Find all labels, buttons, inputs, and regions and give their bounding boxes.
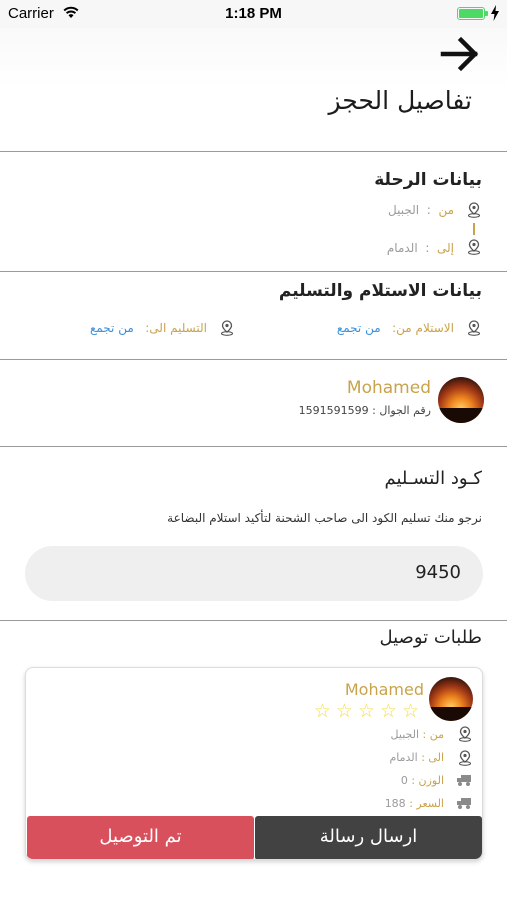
request-to-label: الى :	[421, 751, 444, 764]
rating-stars: ☆☆☆☆☆	[313, 700, 424, 722]
header: تفاصيل الحجز	[0, 28, 507, 150]
location-pin-icon	[467, 239, 481, 255]
request-card: Mohamed ☆☆☆☆☆ من : الجبيل الى : الدمام ا…	[25, 667, 483, 860]
delivery-code-hint: نرجو منك تسليم الكود الى صاحب الشحنة لتأ…	[167, 511, 482, 525]
customer-phone: رقم الجوال : 1591591599	[298, 404, 431, 417]
request-to-value: الدمام	[389, 751, 418, 764]
customer-avatar	[438, 377, 484, 423]
deliver-label: التسليم الى:	[145, 321, 207, 335]
battery-icon	[457, 7, 485, 20]
charging-icon	[491, 5, 499, 21]
arrow-right-icon[interactable]	[439, 36, 481, 72]
delivered-button[interactable]: تم التوصيل	[27, 816, 254, 859]
receive-value[interactable]: من تجمع	[337, 321, 381, 335]
location-pin-icon	[467, 202, 481, 218]
location-pin-icon	[220, 320, 234, 336]
receive-row: الاستلام من: من تجمع	[337, 321, 454, 335]
request-to-row: الى : الدمام	[389, 751, 444, 764]
truck-icon	[457, 798, 471, 809]
request-weight-row: الوزن : 0	[401, 774, 444, 787]
route-connector	[473, 223, 475, 235]
request-from-value: الجبيل	[390, 728, 420, 741]
request-from-label: من :	[422, 728, 444, 741]
location-pin-icon	[458, 726, 472, 742]
request-avatar	[429, 677, 473, 721]
trip-to-value: الدمام	[386, 241, 418, 255]
trip-section-title: بيانات الرحلة	[374, 170, 482, 190]
delivery-code-value: 9450	[415, 562, 461, 583]
request-from-row: من : الجبيل	[391, 728, 444, 741]
deliver-row: التسليم الى: من تجمع	[90, 321, 207, 335]
request-price-value: 188	[384, 797, 406, 810]
delivery-info-title: بيانات الاستلام والتسليم	[278, 281, 482, 301]
request-weight-label: الوزن :	[411, 774, 444, 787]
divider	[0, 151, 507, 152]
trip-to-row: إلى : الدمام	[386, 241, 454, 255]
trip-from-label: من	[438, 203, 454, 217]
location-pin-icon	[467, 320, 481, 336]
divider	[0, 620, 507, 621]
clock: 1:18 PM	[225, 5, 282, 22]
battery-tip	[485, 11, 488, 16]
page-title: تفاصيل الحجز	[328, 86, 472, 115]
receive-label: الاستلام من:	[392, 321, 454, 335]
deliver-value[interactable]: من تجمع	[90, 321, 134, 335]
requests-title: طلبات توصيل	[379, 627, 482, 648]
request-weight-value: 0	[400, 774, 408, 787]
divider	[0, 271, 507, 272]
divider	[0, 359, 507, 360]
status-bar: Carrier 1:18 PM	[0, 0, 507, 28]
customer-name: Mohamed	[346, 378, 431, 398]
trip-to-label: إلى	[437, 241, 454, 255]
delivery-code-title: كـود التسـليم	[384, 468, 483, 489]
request-customer-name: Mohamed	[344, 680, 424, 699]
divider	[0, 446, 507, 447]
send-message-button[interactable]: ارسال رسالة	[255, 816, 482, 859]
trip-from-row: من : الجبيل	[388, 203, 454, 217]
delivery-code-field: 9450	[25, 546, 483, 601]
trip-from-value: الجبيل	[388, 203, 420, 217]
location-pin-icon	[458, 750, 472, 766]
request-price-label: السعر :	[409, 797, 444, 810]
truck-icon	[457, 775, 471, 786]
request-price-row: السعر : 188	[385, 797, 444, 810]
